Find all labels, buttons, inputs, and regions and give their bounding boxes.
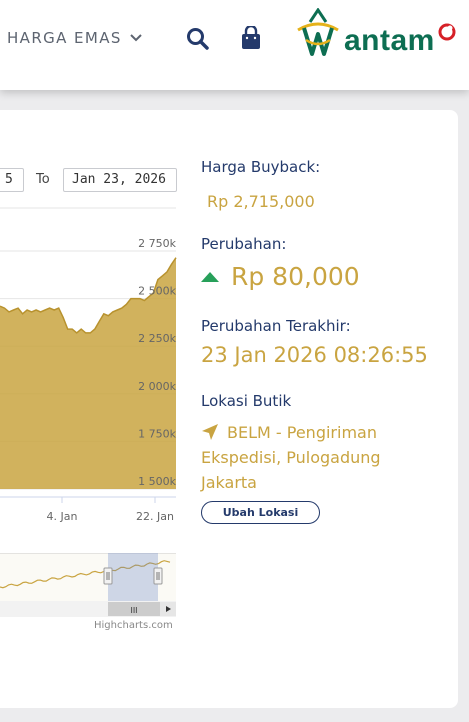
change-row: Rp 80,000 bbox=[201, 262, 360, 291]
search-icon[interactable] bbox=[186, 27, 210, 55]
x-axis-ticks: 4. Jan 22. Jan bbox=[47, 497, 174, 523]
antam-logo[interactable]: antam bbox=[292, 7, 462, 64]
last-change-label: Perubahan Terakhir: bbox=[201, 317, 351, 335]
chevron-down-icon bbox=[130, 34, 142, 42]
nav-harga-emas[interactable]: HARGA EMAS bbox=[7, 29, 142, 47]
y-tick-label: 2 750k bbox=[138, 237, 176, 250]
triangle-up-icon bbox=[201, 271, 219, 282]
range-from-input[interactable]: 5 bbox=[0, 168, 24, 192]
buyback-value: Rp 2,715,000 bbox=[207, 192, 315, 211]
location-value: BELM - Pengiriman Ekspedisi, Pulogadung … bbox=[201, 423, 381, 492]
antam-emblem-icon bbox=[297, 7, 339, 56]
y-tick-label: 2 250k bbox=[138, 332, 176, 345]
last-change-value: 23 Jan 2026 08:26:55 bbox=[201, 343, 428, 367]
shopping-bag-icon[interactable] bbox=[240, 24, 262, 54]
navigator-left-handle[interactable] bbox=[103, 567, 113, 585]
x-tick-label: 4. Jan bbox=[47, 510, 78, 523]
navigator-selection[interactable] bbox=[108, 553, 158, 601]
range-to-label: To bbox=[36, 172, 50, 187]
change-location-button[interactable]: Ubah Lokasi bbox=[201, 501, 320, 524]
y-tick-label: 2 000k bbox=[138, 380, 176, 393]
x-tick-label: 22. Jan bbox=[136, 510, 174, 523]
nav-harga-emas-label: HARGA EMAS bbox=[7, 29, 122, 47]
chart-credit[interactable]: Highcharts.com bbox=[94, 620, 173, 631]
y-tick-label: 1 500k bbox=[138, 475, 176, 488]
navigator-panel[interactable]: III bbox=[0, 553, 180, 618]
brand-ring-icon bbox=[438, 23, 456, 41]
navigator-right-handle[interactable] bbox=[153, 567, 163, 585]
change-label: Perubahan: bbox=[201, 235, 287, 253]
change-value: Rp 80,000 bbox=[231, 262, 360, 291]
range-to-input[interactable]: Jan 23, 2026 bbox=[63, 168, 177, 192]
brand-wordmark: antam bbox=[344, 24, 435, 57]
location-label: Lokasi Butik bbox=[201, 392, 292, 410]
buyback-label: Harga Buyback: bbox=[201, 158, 321, 176]
y-tick-label: 2 500k bbox=[138, 285, 176, 298]
price-chart: 1 500k 1 750k 2 000k 2 250k 2 500k 2 750k 4. … bbox=[0, 207, 177, 523]
y-tick-label: 1 750k bbox=[138, 427, 176, 440]
scrollbar-grip: III bbox=[130, 606, 137, 615]
top-navigation-bar: HARGA EMAS antam bbox=[0, 0, 469, 90]
